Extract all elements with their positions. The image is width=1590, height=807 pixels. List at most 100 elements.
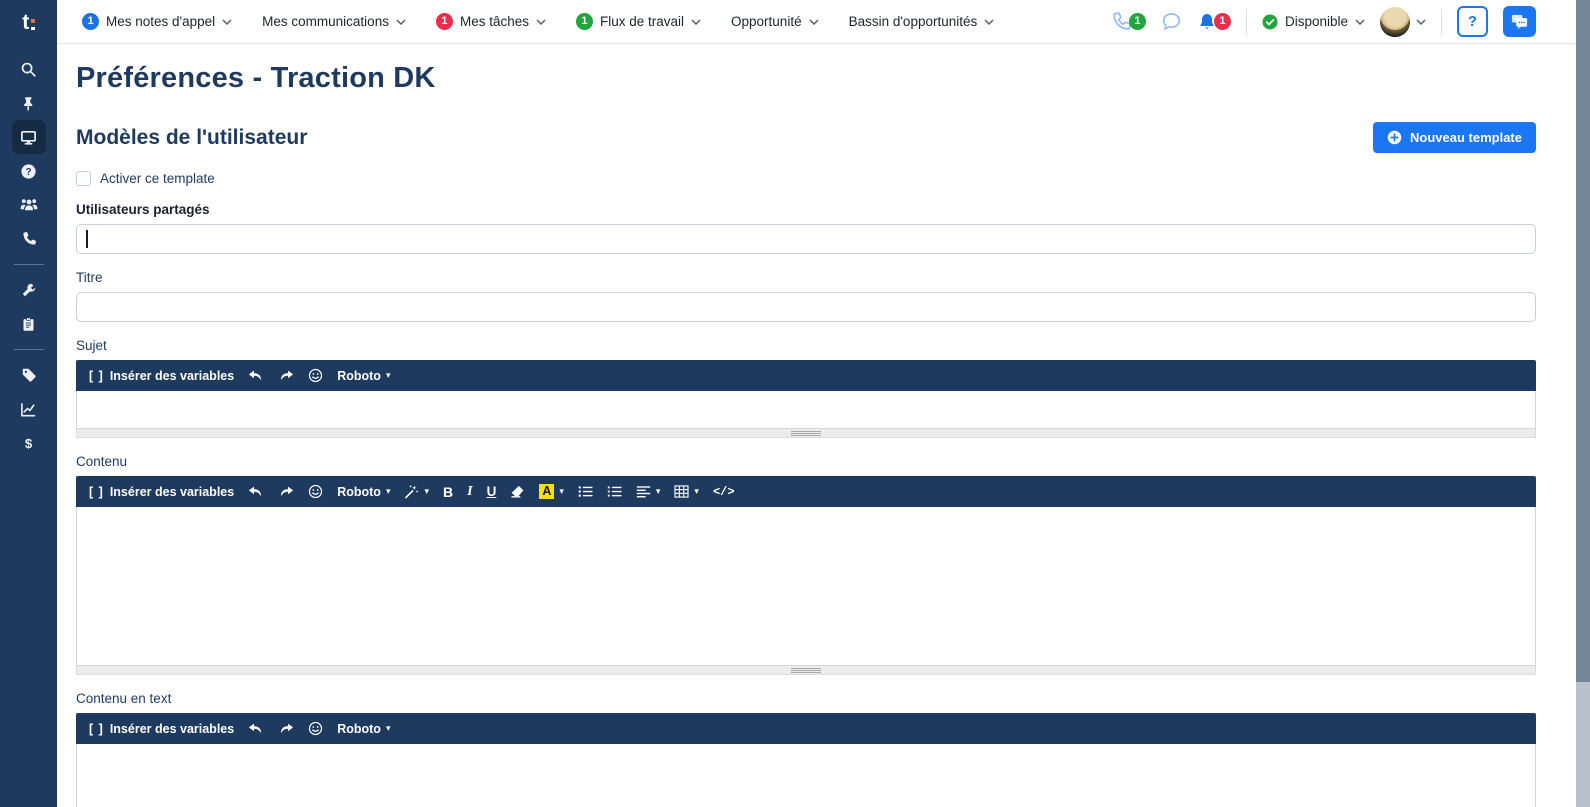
- nav-item-mes-communications[interactable]: Mes communications: [250, 8, 418, 35]
- avatar: [1380, 6, 1410, 37]
- font-family-button[interactable]: Roboto ▾: [330, 360, 397, 391]
- chevron-down-icon: [396, 18, 406, 25]
- caret-down-icon: ▾: [385, 486, 391, 496]
- insert-variables-button[interactable]: [ ] Insérer des variables: [82, 476, 241, 507]
- redo-icon: [278, 370, 294, 382]
- clear-formatting-button[interactable]: [503, 476, 532, 507]
- font-family-button[interactable]: Roboto ▾: [330, 476, 397, 507]
- support-chat-button[interactable]: [1503, 6, 1536, 37]
- activate-template-checkbox[interactable]: [76, 171, 91, 186]
- emoji-button[interactable]: [301, 713, 330, 744]
- status-label: Disponible: [1284, 14, 1348, 29]
- content-text-editor-body[interactable]: [76, 744, 1536, 807]
- chart-icon: [20, 401, 37, 418]
- content-editor-body[interactable]: [76, 507, 1536, 666]
- nav-item-bassin-d-opportunit-s[interactable]: Bassin d'opportunités: [837, 8, 1007, 35]
- emoji-button[interactable]: [301, 476, 330, 507]
- insert-variables-button[interactable]: [ ] Insérer des variables: [82, 360, 241, 391]
- sidebar-divider: [13, 264, 44, 265]
- nav-item-opportunit[interactable]: Opportunité: [719, 8, 831, 35]
- content-editor: [ ] Insérer des variables Roboto ▾ ▾ B I U A ▾ ▾ ▾ <…: [76, 476, 1536, 675]
- topbar-right: 1 1 Disponible ?: [1111, 6, 1536, 37]
- app-logo[interactable]: t: [0, 0, 57, 44]
- subject-label: Sujet: [76, 338, 107, 353]
- sidebar-item-wrench[interactable]: [12, 273, 46, 307]
- font-family-button[interactable]: Roboto ▾: [330, 713, 397, 744]
- undo-icon: [248, 370, 264, 382]
- chat-bubble-icon: [1161, 11, 1182, 32]
- paragraph-align-button[interactable]: ▾: [629, 476, 668, 507]
- eraser-icon: [510, 485, 525, 498]
- calls-button[interactable]: 1: [1111, 11, 1146, 32]
- caret-down-icon: ▾: [385, 723, 391, 733]
- title-input[interactable]: [76, 292, 1536, 322]
- table-button[interactable]: ▾: [667, 476, 706, 507]
- redo-button[interactable]: [271, 476, 301, 507]
- ordered-list-button[interactable]: [600, 476, 629, 507]
- insert-variables-label: Insérer des variables: [109, 721, 235, 736]
- unordered-list-button[interactable]: [571, 476, 600, 507]
- new-template-button-label: Nouveau template: [1410, 130, 1522, 145]
- nav-item-mes-notes-d-appel[interactable]: 1 Mes notes d'appel: [70, 7, 244, 36]
- bold-button[interactable]: B: [436, 476, 460, 507]
- underline-button[interactable]: U: [480, 476, 504, 507]
- nav-badge: 1: [435, 13, 453, 30]
- code-view-button[interactable]: </>: [706, 476, 742, 507]
- content-label: Contenu: [76, 454, 128, 469]
- font-family-label: Roboto: [337, 368, 381, 383]
- caret-down-icon: ▾: [694, 486, 699, 496]
- insert-variables-button[interactable]: [ ] Insérer des variables: [82, 713, 241, 744]
- logo-colon-icon: [31, 19, 35, 30]
- subject-resize-handle[interactable]: [76, 429, 1536, 438]
- scrollbar-thumb[interactable]: [1576, 0, 1590, 682]
- font-family-label: Roboto: [337, 721, 381, 736]
- undo-button[interactable]: [241, 476, 271, 507]
- sidebar-item-tag[interactable]: [12, 358, 46, 392]
- nav-item-mes-t-ches[interactable]: 1 Mes tâches: [424, 7, 558, 36]
- sidebar-divider: [13, 349, 44, 350]
- sidebar-item-pin[interactable]: [12, 86, 46, 120]
- sidebar-item-clipboard[interactable]: [12, 307, 46, 341]
- italic-button[interactable]: I: [460, 476, 479, 507]
- sidebar-item-search[interactable]: [12, 52, 46, 86]
- section-title: Modèles de l'utilisateur: [76, 125, 308, 149]
- magic-style-button[interactable]: ▾: [397, 476, 436, 507]
- title-label: Titre: [76, 270, 103, 285]
- text-cursor: [86, 230, 88, 248]
- redo-button[interactable]: [271, 360, 301, 391]
- nav-badge: 1: [575, 13, 593, 30]
- sidebar-item-dollar[interactable]: $: [12, 426, 46, 460]
- new-template-button[interactable]: Nouveau template: [1373, 122, 1536, 153]
- user-menu[interactable]: [1380, 6, 1426, 37]
- grip-icon: [791, 432, 821, 434]
- sidebar-item-help-circle[interactable]: ?: [12, 154, 46, 188]
- sidebar-item-chart[interactable]: [12, 392, 46, 426]
- subject-editor-body[interactable]: [76, 391, 1536, 429]
- font-color-button[interactable]: A ▾: [532, 476, 571, 507]
- availability-dropdown[interactable]: Disponible: [1262, 14, 1365, 30]
- field-shared-users: Utilisateurs partagés: [76, 202, 1536, 254]
- help-button[interactable]: ?: [1457, 6, 1488, 37]
- wrench-icon: [21, 282, 37, 298]
- sidebar-item-monitor[interactable]: [11, 120, 46, 154]
- underline-icon: U: [486, 484, 497, 499]
- main-column: 1 Mes notes d'appel Mes communications 1…: [57, 0, 1590, 807]
- dollar-icon: $: [20, 435, 37, 452]
- content-resize-handle[interactable]: [76, 666, 1536, 675]
- insert-variables-label: Insérer des variables: [109, 368, 235, 383]
- sidebar-item-users[interactable]: [12, 188, 46, 222]
- undo-button[interactable]: [241, 360, 271, 391]
- nav-item-flux-de-travail[interactable]: 1 Flux de travail: [564, 7, 713, 36]
- shared-users-input[interactable]: [76, 224, 1536, 254]
- emoji-button[interactable]: [301, 360, 330, 391]
- notifications-button[interactable]: 1: [1197, 12, 1231, 32]
- chat-button[interactable]: [1161, 11, 1182, 32]
- nav-badge: 1: [82, 13, 99, 30]
- search-icon: [20, 61, 37, 78]
- font-family-label: Roboto: [337, 484, 381, 499]
- redo-button[interactable]: [271, 713, 301, 744]
- sidebar-item-phone[interactable]: [12, 222, 46, 256]
- field-content: Contenu [ ] Insérer des variables Roboto ▾ ▾…: [76, 454, 1536, 675]
- undo-button[interactable]: [241, 713, 271, 744]
- pin-icon: [21, 96, 36, 111]
